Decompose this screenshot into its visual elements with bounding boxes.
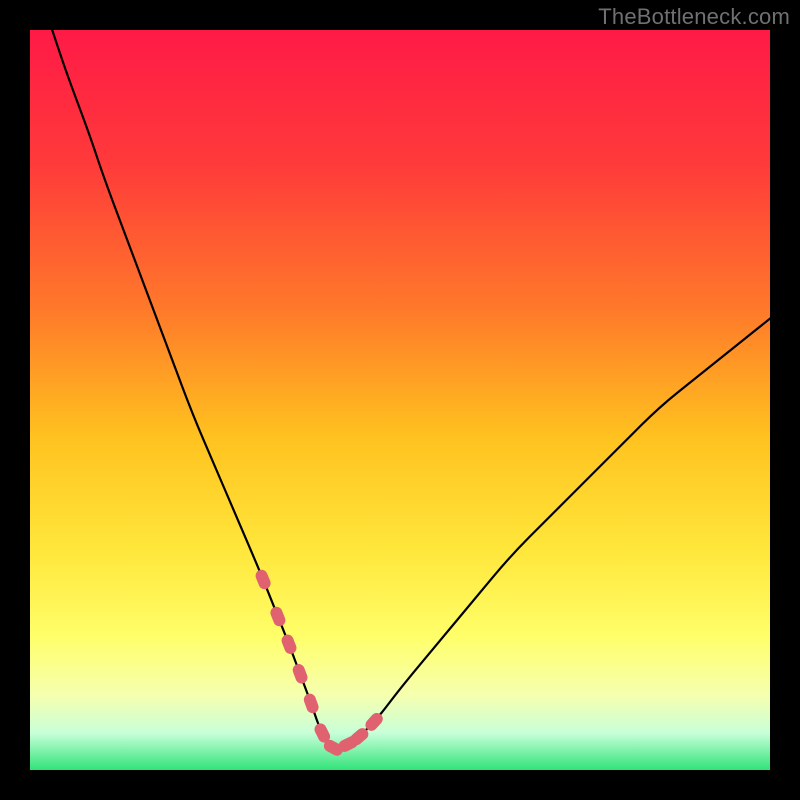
gradient-background (30, 30, 770, 770)
chart-svg (30, 30, 770, 770)
watermark-text: TheBottleneck.com (598, 4, 790, 30)
plot-area (30, 30, 770, 770)
chart-frame: TheBottleneck.com (0, 0, 800, 800)
